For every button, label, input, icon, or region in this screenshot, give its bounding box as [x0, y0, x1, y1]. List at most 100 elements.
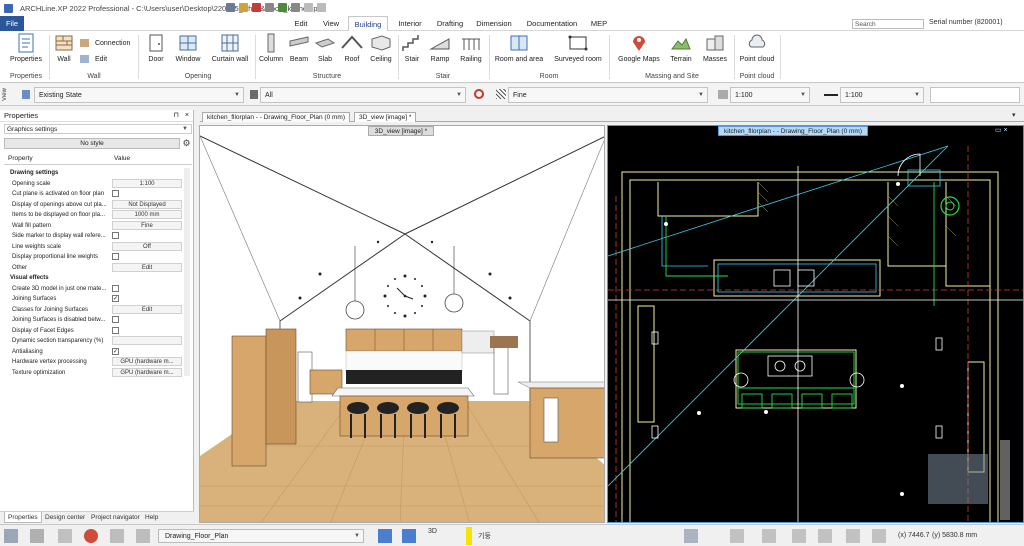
magnet-icon[interactable] [84, 529, 98, 543]
property-row[interactable]: Items to be displayed on floor pla... 100… [8, 210, 182, 220]
view-mode[interactable]: 3D [428, 528, 437, 535]
eyedropper-icon[interactable] [291, 3, 300, 12]
doc-tab-3d-view[interactable]: 3D_view [image] * [354, 112, 417, 122]
undo-icon[interactable] [252, 3, 261, 12]
terrain-button[interactable]: Terrain [668, 33, 694, 67]
rectangle-icon[interactable] [58, 529, 72, 543]
room-and-area-button[interactable]: Room and area [492, 33, 546, 67]
undo-icon[interactable] [762, 529, 776, 543]
3d-viewport[interactable]: 3D_view [image] * [199, 125, 605, 523]
window-button[interactable]: Window [172, 33, 204, 67]
property-checkbox[interactable] [112, 190, 119, 197]
tab-design-center[interactable]: Design center [42, 512, 88, 523]
property-checkbox[interactable]: ✓ [112, 295, 119, 302]
railing-button[interactable]: Railing [456, 33, 486, 67]
tab-edit[interactable]: Edit [290, 16, 312, 31]
surveyed-room-button[interactable]: Surveyed room [551, 33, 605, 67]
pin-icon[interactable]: ⊓ [174, 110, 179, 122]
property-checkbox[interactable] [112, 316, 119, 323]
property-value[interactable]: Edit [112, 262, 182, 272]
property-value[interactable]: GPU (hardware m... [112, 367, 182, 377]
tab-drafting[interactable]: Drafting [434, 16, 466, 31]
property-value[interactable]: 1:100 [112, 178, 182, 188]
add-icon[interactable] [317, 3, 326, 12]
property-row[interactable]: Texture optimization GPU (hardware m... [8, 367, 182, 378]
ceiling-button[interactable]: Ceiling [367, 33, 395, 67]
wall-button[interactable]: Wall [52, 33, 76, 67]
property-row[interactable]: Opening scale 1:100 [8, 178, 182, 189]
close-icon[interactable]: × [185, 110, 189, 122]
edit-wall-button[interactable]: Edit [80, 55, 107, 63]
masses-button[interactable]: Masses [700, 33, 730, 67]
door-button[interactable]: Door [143, 33, 169, 67]
style-button[interactable]: No style [4, 138, 180, 149]
point-cloud-button[interactable]: Point cloud [737, 33, 777, 67]
property-row[interactable]: Cut plane is activated on floor plan [8, 189, 182, 199]
redo-icon[interactable] [265, 3, 274, 12]
tab-file[interactable]: File [0, 16, 24, 31]
tab-help[interactable]: Help [142, 512, 161, 523]
property-checkbox[interactable] [112, 232, 119, 239]
target-icon[interactable] [792, 529, 806, 543]
property-row[interactable]: Antialiasing ✓ [8, 347, 182, 357]
layer-select[interactable]: All ▼ [260, 87, 466, 103]
document-tabs-menu-icon[interactable]: ▾ [1012, 111, 1016, 119]
property-row[interactable]: Hardware vertex processing GPU (hardware … [8, 357, 182, 367]
property-row[interactable]: Create 3D model in just one mate... [8, 284, 182, 294]
property-row[interactable]: Display of openings above cut pla... Not … [8, 199, 182, 210]
scale-select-1[interactable]: 1:100 ▼ [730, 87, 810, 103]
tab-interior[interactable]: Interior [394, 16, 426, 31]
open-folder-icon[interactable] [239, 3, 248, 12]
property-row[interactable]: Other Edit [8, 262, 182, 273]
layers-icon[interactable] [684, 529, 698, 543]
slab-button[interactable]: Slab [313, 33, 337, 67]
tab-documentation[interactable]: Documentation [522, 16, 582, 31]
scrollbar[interactable] [184, 168, 190, 376]
property-row[interactable]: Dynamic section transparency (%) [8, 336, 182, 346]
down-arrow-icon[interactable] [402, 529, 416, 543]
beam-button[interactable]: Beam [287, 33, 311, 67]
fill-pattern-select[interactable]: Fine ▼ [508, 87, 708, 103]
property-checkbox[interactable] [112, 253, 119, 260]
save-icon[interactable] [226, 3, 235, 12]
drawing-select[interactable]: Drawing_Floor_Plan ▼ [158, 529, 364, 543]
grid-icon[interactable] [30, 529, 44, 543]
up-arrow-icon[interactable] [378, 529, 392, 543]
property-row[interactable]: Classes for Joining Surfaces Edit [8, 304, 182, 315]
stair-button[interactable]: Stair [400, 33, 424, 67]
tab-building[interactable]: Building [348, 16, 388, 31]
property-value[interactable]: Edit [112, 304, 182, 314]
property-checkbox[interactable] [112, 284, 119, 292]
ortho-icon[interactable] [110, 529, 124, 543]
tab-project-navigator[interactable]: Project navigator [88, 512, 143, 523]
lock-icon[interactable] [846, 529, 860, 543]
search-input[interactable]: Search [852, 19, 924, 29]
text-icon[interactable] [730, 529, 744, 543]
property-checkbox[interactable]: ✓ [112, 347, 119, 355]
property-row[interactable]: Display proportional line weights [8, 252, 182, 262]
property-value[interactable]: Off [112, 241, 182, 251]
scale-select-2[interactable]: 1:100 ▼ [840, 87, 924, 103]
connection-button[interactable]: Connection [80, 39, 130, 47]
paint-icon[interactable] [278, 3, 287, 12]
property-row[interactable]: Wall fill pattern Fine [8, 220, 182, 231]
column-button[interactable]: Column [257, 33, 285, 67]
cursor-icon[interactable] [136, 529, 150, 543]
snap-icon[interactable] [4, 529, 18, 543]
tab-view[interactable]: View [318, 16, 344, 31]
properties-button[interactable]: Properties [6, 33, 46, 67]
property-checkbox[interactable] [112, 326, 119, 334]
floor-plan-viewport[interactable]: kitchen_fllorplan - - Drawing_Floor_Plan… [607, 125, 1024, 523]
property-row[interactable]: Joining Surfaces is disabled betw... [8, 315, 182, 325]
property-row[interactable]: Display of Facet Edges [8, 326, 182, 336]
doc-tab-floorplan[interactable]: kitchen_fllorplan - - Drawing_Floor_Plan… [202, 112, 350, 122]
tab-dimension[interactable]: Dimension [474, 16, 514, 31]
gear-icon[interactable]: ⚙ [181, 138, 192, 149]
settings-icon[interactable] [872, 529, 886, 543]
property-value[interactable]: Not Displayed [112, 199, 182, 209]
property-value[interactable]: GPU (hardware m... [112, 357, 182, 366]
category-select[interactable]: Graphics settings ▼ [4, 124, 192, 134]
property-row[interactable]: Side marker to display wall refere... [8, 231, 182, 241]
property-value[interactable]: 1000 mm [112, 210, 182, 219]
move-icon[interactable] [304, 3, 313, 12]
